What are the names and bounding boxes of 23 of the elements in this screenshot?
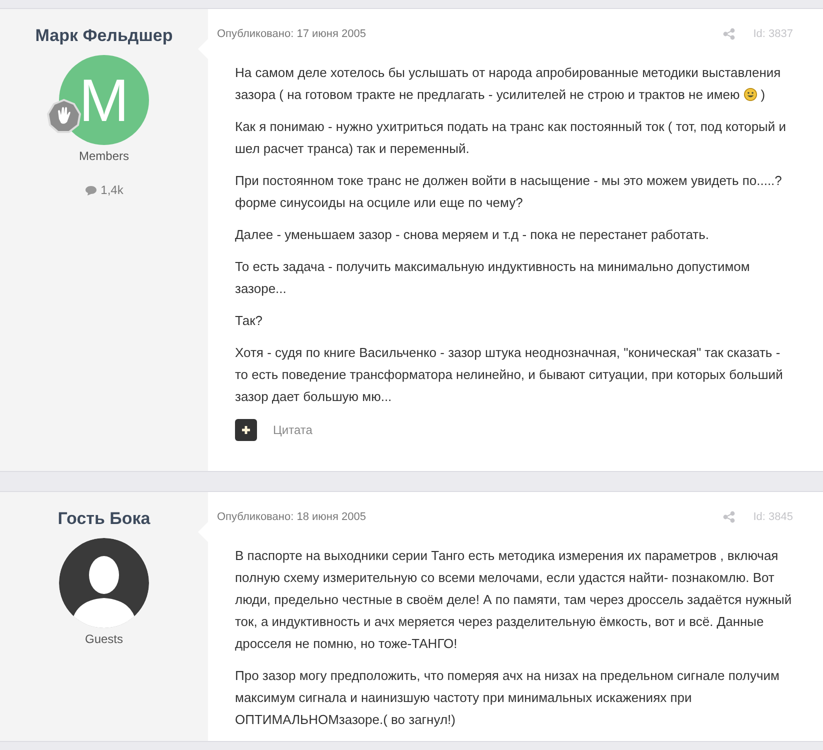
- user-avatar[interactable]: [59, 538, 149, 628]
- post-text: Далее - уменьшаем зазор - снова меряем и т.д - пока не перестанет работать.: [235, 226, 710, 244]
- post-id: Id: 3845: [753, 511, 793, 523]
- post-id: Id: 3837: [753, 28, 793, 40]
- quote-link[interactable]: Цитата: [273, 423, 312, 437]
- post-text: На самом деле хотелось бы услышать от народа апробированные методики выставления зазора ( на готовом тракте не предлагать - усилителей не строю и трактов не имею ): [235, 64, 782, 104]
- post-text: Как я понимаю - нужно ухитриться подать на транс как постоянный ток ( тот, под который и шел расчет транса) так и переменный.: [235, 118, 788, 158]
- post-date: Опубликовано: 18 июня 2005: [217, 511, 367, 523]
- author-name[interactable]: Гость Бока: [58, 509, 150, 529]
- member-group: Guests: [84, 632, 123, 646]
- post-date: Опубликовано: 17 июня 2005: [217, 28, 367, 40]
- post-text: То есть задача - получить максимальную индуктивность на минимально допустимом зазоре...: [235, 258, 751, 298]
- post-text: Так?: [235, 312, 264, 330]
- post-text: При постоянном токе транс не должен войти в насыщение - мы это можем увидеть по.....? форме синусоиды на осциле или еще по чему?: [235, 172, 783, 212]
- author-name[interactable]: Марк Фельдшер: [35, 26, 173, 46]
- post-text: Про зазор могу предположить, что померяя ачх на низах на предельном сигнале получим максимум сигнала и наинизшую частоту при минимальных искажениях при ОПТИМАЛЬНОМзазоре.( во загнул!): [235, 667, 780, 729]
- post-text: Хотя - судя по книге Васильченко - зазор штука неоднозначная, "коническая" так сказать - то есть поведение трансформатора нелинейно, и бывают ситуации, при которых больший зазор дает большую мю...: [235, 344, 784, 406]
- post-text: В паспорте на выходники серии Танго есть методика измерения их параметров , включая полную схему измерительную со всеми мелочами, если удастся найти- познакомлю. Вот люди, предельно честные в своём деле! А по памяти, там через дроссель задаётся нужный ток, а индуктивность и ачх меряется через разделительную ёмкость, вот и всё. Данные дросселя не помню, но тоже-ТАНГО!: [235, 547, 793, 653]
- comment-icon: [84, 184, 97, 196]
- member-group: Members: [78, 149, 129, 163]
- reply-count: 1,4k: [100, 183, 124, 197]
- plus-icon: [241, 425, 251, 435]
- add-quote-button[interactable]: [235, 419, 257, 441]
